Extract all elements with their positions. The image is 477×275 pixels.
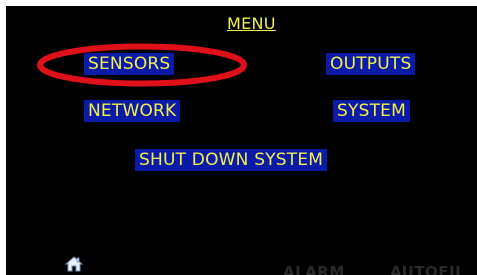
menu-screen: MENU SENSORS OUTPUTS NETWORK SYSTEM SHUT… xyxy=(0,0,477,275)
home-icon[interactable] xyxy=(64,255,84,273)
outputs-button[interactable]: OUTPUTS xyxy=(326,53,416,75)
network-button[interactable]: NETWORK xyxy=(84,100,181,122)
menu-title: MENU xyxy=(227,14,276,33)
alarm-label[interactable]: ALARM xyxy=(283,264,345,275)
shutdown-system-button[interactable]: SHUT DOWN SYSTEM xyxy=(135,149,328,171)
autofill-label[interactable]: AUTOFIL xyxy=(390,264,465,275)
sensors-button[interactable]: SENSORS xyxy=(84,53,175,75)
system-button[interactable]: SYSTEM xyxy=(333,100,410,122)
